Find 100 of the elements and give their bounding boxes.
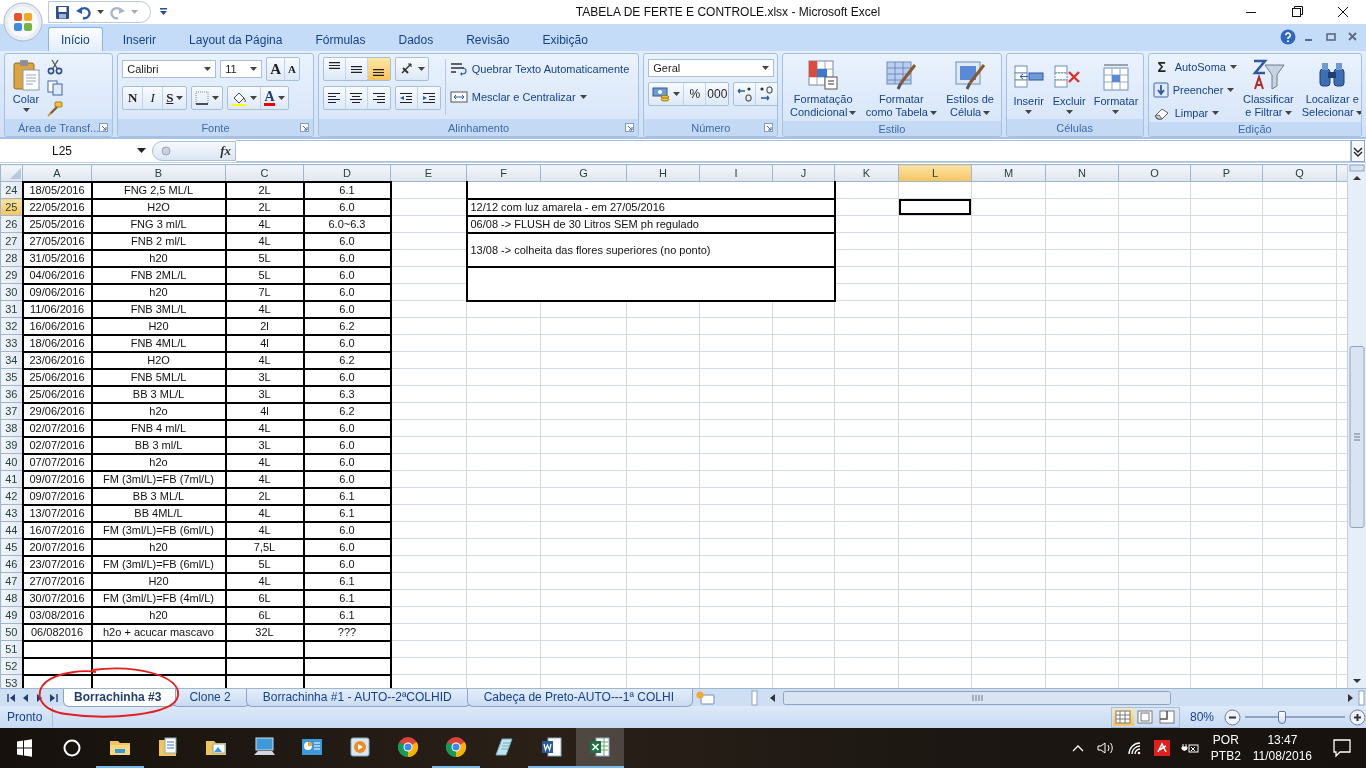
column-header[interactable]: Q bbox=[1262, 164, 1337, 182]
table-cell: 07/07/2016 bbox=[22, 453, 92, 471]
column-header[interactable]: D bbox=[303, 164, 391, 182]
column-header[interactable]: I bbox=[699, 164, 773, 182]
table-cell: 5L bbox=[225, 249, 304, 267]
currency-button[interactable] bbox=[649, 83, 685, 105]
clock-date[interactable]: 11/08/2016 bbox=[1252, 748, 1312, 764]
ribbon-tab[interactable]: Revisão bbox=[453, 27, 523, 51]
autosum-button[interactable]: Σ AutoSoma bbox=[1152, 57, 1237, 76]
dialog-launcher-icon[interactable] bbox=[99, 123, 109, 132]
caret-icon bbox=[1355, 110, 1361, 115]
speaker-icon[interactable] bbox=[1095, 740, 1116, 756]
clear-button[interactable]: Limpar bbox=[1152, 103, 1237, 122]
fill-button[interactable]: Preencher bbox=[1152, 80, 1237, 99]
table-cell: 29/06/2016 bbox=[22, 402, 92, 420]
copy-icon[interactable] bbox=[47, 80, 63, 96]
cell-styles-button[interactable]: Estilos de Célula bbox=[944, 57, 996, 121]
expand-icon[interactable] bbox=[1351, 139, 1365, 162]
ribbon-tab[interactable]: Início bbox=[48, 27, 103, 51]
wrap-text-icon bbox=[449, 61, 468, 77]
column-header[interactable]: N bbox=[1045, 164, 1119, 182]
font-size-field[interactable]: 11 bbox=[220, 60, 263, 78]
undo-icon[interactable] bbox=[76, 4, 91, 20]
taskbar-button[interactable] bbox=[576, 728, 624, 768]
name-box[interactable]: L25 bbox=[0, 140, 152, 161]
format-as-table-button[interactable]: Formatar como Tabela bbox=[863, 57, 939, 121]
column-header[interactable]: E bbox=[390, 164, 467, 182]
scissors-icon[interactable] bbox=[47, 59, 63, 75]
sort-filter-button[interactable]: Classificar e Filtrar bbox=[1241, 57, 1296, 121]
dialog-launcher-icon[interactable] bbox=[764, 123, 774, 132]
active-cell[interactable] bbox=[898, 198, 972, 216]
zoom-in-icon[interactable] bbox=[1349, 708, 1366, 726]
column-header[interactable]: P bbox=[1190, 164, 1263, 182]
language-indicator[interactable]: POR bbox=[1212, 732, 1239, 748]
column-header[interactable]: L bbox=[898, 164, 972, 182]
percent-button[interactable]: % bbox=[684, 83, 707, 105]
antivirus-icon[interactable] bbox=[1153, 740, 1170, 756]
insert-button[interactable]: Inserir bbox=[1010, 57, 1047, 116]
scroll-thumb-icon[interactable] bbox=[783, 690, 1171, 705]
zoom-level[interactable]: 80% bbox=[1189, 710, 1214, 724]
column-header[interactable]: F bbox=[466, 164, 541, 182]
group-label: Edição bbox=[1238, 123, 1272, 135]
underline-button[interactable]: S bbox=[163, 87, 187, 109]
shrink-font-button[interactable]: A bbox=[285, 58, 299, 80]
cell-brush-icon bbox=[954, 59, 987, 91]
sheet-tab[interactable]: Cabeça de Preto-AUTO---1ª COLHI bbox=[466, 688, 693, 707]
ribbon-tab[interactable]: Layout da Página bbox=[176, 27, 296, 51]
column-header[interactable]: G bbox=[540, 164, 627, 182]
sheet-tab[interactable]: Clone 2 bbox=[172, 688, 250, 707]
column-header[interactable]: C bbox=[225, 164, 304, 182]
thousands-button[interactable]: 000 bbox=[706, 83, 729, 105]
column-header[interactable]: K bbox=[834, 164, 899, 182]
page-break-button[interactable] bbox=[1156, 708, 1178, 726]
scroll-thumb-icon[interactable] bbox=[1349, 346, 1365, 528]
keyboard-layout[interactable]: PTB2 bbox=[1210, 748, 1241, 764]
sheet-tab[interactable]: Borrachinha #1 - AUTO--2ªCOLHID bbox=[245, 688, 471, 707]
column-header[interactable]: M bbox=[971, 164, 1046, 182]
find-select-button[interactable]: Localizar e Selecionar bbox=[1299, 57, 1361, 121]
align-bottom-button[interactable] bbox=[367, 58, 390, 80]
group-label: Alinhamento bbox=[447, 121, 510, 134]
ribbon-tab[interactable]: Dados bbox=[385, 27, 447, 51]
table-cell: 20/07/2016 bbox=[22, 538, 92, 556]
column-header[interactable]: J bbox=[772, 164, 835, 182]
formula-input[interactable] bbox=[236, 139, 1351, 162]
split-handle-icon[interactable] bbox=[1358, 689, 1366, 706]
ribbon-tab[interactable]: Inserir bbox=[109, 27, 170, 51]
save-icon[interactable] bbox=[55, 4, 70, 20]
conditional-formatting-button[interactable]: Formatação Condicional bbox=[787, 57, 859, 121]
table-cell: 6.0 bbox=[303, 555, 391, 573]
column-header[interactable]: B bbox=[91, 164, 226, 182]
sheet-tab[interactable]: Borrachinha #3 bbox=[63, 688, 177, 707]
number-format-field[interactable]: Geral bbox=[648, 59, 775, 77]
help-icon[interactable] bbox=[1280, 29, 1296, 45]
caret-icon bbox=[137, 148, 146, 153]
bold-button[interactable]: N bbox=[123, 87, 144, 109]
table-cell: ??? bbox=[303, 623, 391, 641]
column-header[interactable]: O bbox=[1118, 164, 1191, 182]
brush-icon[interactable] bbox=[47, 101, 63, 117]
delete-button[interactable]: Excluir bbox=[1050, 57, 1088, 116]
paste-button[interactable]: Colar bbox=[9, 57, 43, 114]
dialog-launcher-icon[interactable] bbox=[625, 123, 635, 132]
formula-button[interactable]: fx bbox=[152, 140, 236, 161]
dialog-launcher-icon[interactable] bbox=[299, 123, 309, 132]
split-handle-icon[interactable] bbox=[751, 689, 759, 706]
grow-font-button[interactable]: A bbox=[267, 58, 286, 80]
clock-time[interactable]: 13:47 bbox=[1267, 732, 1298, 748]
italic-button[interactable]: I bbox=[143, 87, 164, 109]
merge-center-button[interactable]: Mesclar e Centralizar bbox=[449, 88, 630, 106]
column-header[interactable]: H bbox=[626, 164, 700, 182]
lines-icon bbox=[348, 90, 365, 106]
zoom-out-icon[interactable] bbox=[1224, 708, 1241, 726]
ribbon-tab[interactable]: Exibição bbox=[529, 27, 601, 51]
ribbon-tab[interactable]: Fórmulas bbox=[302, 27, 379, 51]
wrap-text-button[interactable]: Quebrar Texto Automaticamente bbox=[449, 60, 630, 78]
format-button[interactable]: Formatar bbox=[1091, 57, 1141, 116]
normal-view-button[interactable] bbox=[1112, 708, 1134, 726]
split-handle-icon[interactable] bbox=[1348, 164, 1366, 172]
column-header[interactable]: A bbox=[22, 164, 92, 182]
customize-caret-icon[interactable] bbox=[159, 8, 168, 16]
font-field[interactable]: Calibri bbox=[122, 60, 217, 78]
